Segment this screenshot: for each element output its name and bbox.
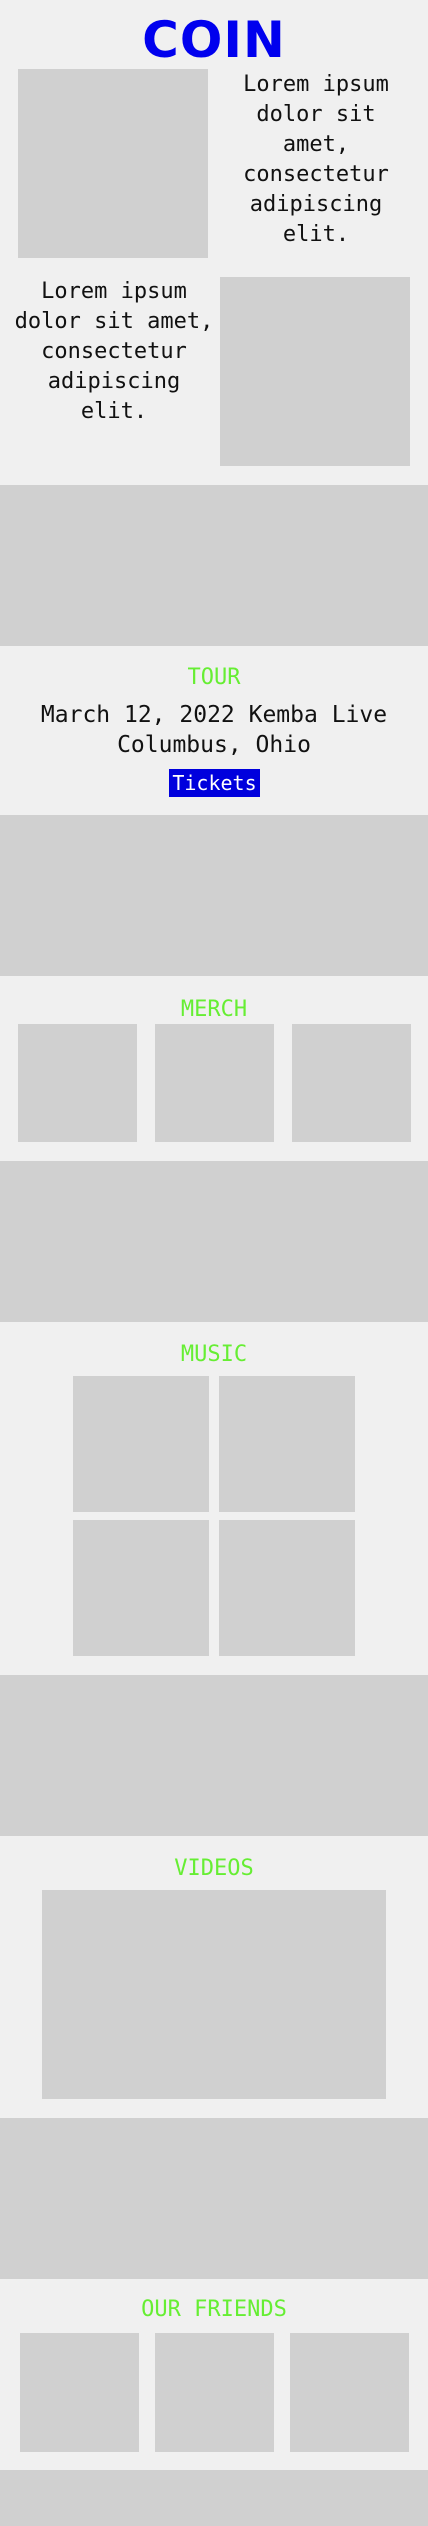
friend-item-1[interactable] <box>20 2333 139 2452</box>
friend-item-2[interactable] <box>155 2333 274 2452</box>
merch-item-2[interactable] <box>155 1024 274 1142</box>
banner-image-4 <box>0 1675 428 1836</box>
friend-item-3[interactable] <box>290 2333 409 2452</box>
banner-image-2 <box>0 815 428 976</box>
merch-item-3[interactable] <box>292 1024 411 1142</box>
site-logo[interactable]: COIN <box>0 10 428 70</box>
tour-event-line2: Columbus, Ohio <box>117 732 311 758</box>
tour-event-line1: March 12, 2022 Kemba Live <box>40 702 388 728</box>
video-player[interactable] <box>42 1890 386 2099</box>
footer-image <box>0 2470 428 2526</box>
videos-title: VIDEOS <box>174 1856 254 1881</box>
banner-image-3 <box>0 1161 428 1322</box>
banner-image-1 <box>0 485 428 646</box>
intro-text-2: Lorem ipsum dolor sit amet, consectetur … <box>14 279 214 424</box>
music-album-3[interactable] <box>73 1520 209 1656</box>
merch-title: MERCH <box>180 997 248 1022</box>
tour-title: TOUR <box>187 665 241 690</box>
music-album-2[interactable] <box>219 1376 355 1512</box>
music-album-1[interactable] <box>73 1376 209 1512</box>
intro-image-1 <box>18 69 208 258</box>
merch-item-1[interactable] <box>18 1024 137 1142</box>
music-title: MUSIC <box>180 1342 248 1367</box>
banner-image-5 <box>0 2118 428 2279</box>
friends-title: OUR FRIENDS <box>141 2297 287 2322</box>
music-album-4[interactable] <box>219 1520 355 1656</box>
intro-text-1: Lorem ipsum dolor sit amet, consectetur … <box>243 72 389 247</box>
intro-image-2 <box>220 277 410 466</box>
tickets-button[interactable]: Tickets <box>169 769 260 797</box>
